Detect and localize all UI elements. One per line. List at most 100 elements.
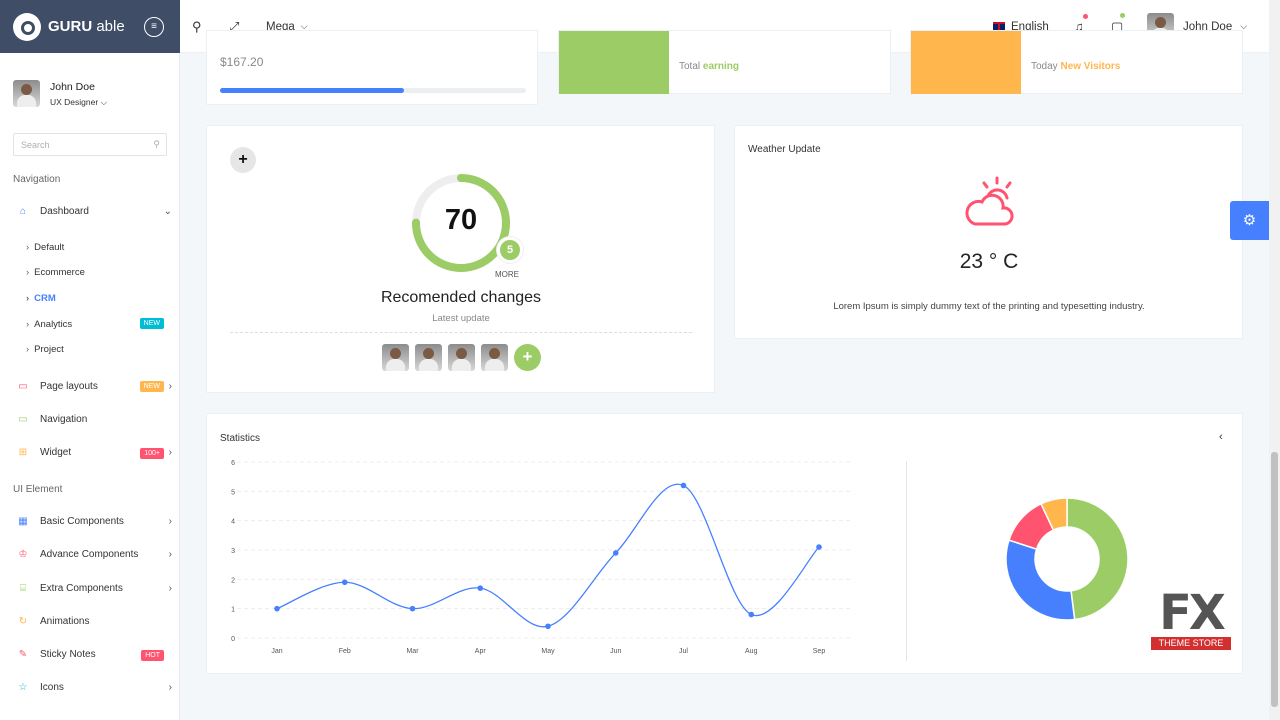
refresh-icon: ↻	[18, 616, 28, 627]
donut-slice[interactable]	[1066, 497, 1129, 621]
avatar[interactable]	[415, 344, 442, 371]
brand-name[interactable]: GURU able	[48, 18, 125, 35]
sidebar-item-extra-components[interactable]: ⌸ Extra Components ›	[17, 583, 172, 594]
scrollbar-thumb[interactable]	[1271, 452, 1278, 707]
y-tick-label: 6	[231, 460, 235, 467]
data-point	[612, 550, 619, 556]
sidebar-sub-default[interactable]: Default	[26, 242, 64, 253]
sidebar-search-input[interactable]: Search ⚲	[13, 133, 167, 156]
avatar[interactable]	[382, 344, 409, 371]
search-icon[interactable]: ⚲	[192, 0, 202, 53]
notification-dot	[1083, 14, 1088, 19]
visitors-card: Today New Visitors	[910, 30, 1243, 94]
navigation-icon: ▭	[18, 414, 28, 425]
data-point	[409, 605, 416, 612]
data-point	[341, 579, 348, 586]
grid-icon: ▦	[18, 516, 28, 527]
chart-divider	[906, 461, 907, 661]
chevron-right-icon: ›	[168, 447, 172, 458]
x-tick-label: Sep	[813, 648, 826, 655]
section-navigation: Navigation	[13, 174, 61, 185]
weather-card: Weather Update 23 ° C Lorem Ipsum is sim…	[734, 125, 1243, 339]
sidebar-item-navigation[interactable]: ▭ Navigation	[17, 414, 172, 425]
chevron-down-icon: ⌄	[163, 206, 172, 217]
fx-logo-sub: THEME STORE	[1151, 637, 1231, 650]
logo-icon	[13, 12, 41, 41]
chevron-right-icon: ›	[168, 583, 172, 594]
statistics-card: Statistics ‹ 0 1 2 3 4 5 6 Jan Feb Mar Apr May Jun Ju…	[206, 413, 1243, 674]
avatar	[13, 80, 40, 107]
y-tick-label: 0	[231, 636, 235, 643]
line-chart: 0 1 2 3 4 5 6 Jan Feb Mar Apr May Jun Jul Aug Sep	[231, 460, 852, 655]
sidebar-item-basic-components[interactable]: ▦ Basic Components ›	[17, 516, 172, 527]
data-point	[680, 482, 687, 489]
sidebar-sub-ecommerce[interactable]: Ecommerce	[26, 267, 85, 278]
data-point	[748, 611, 755, 618]
partly-cloudy-icon	[965, 176, 1014, 226]
chevron-right-icon: ›	[168, 381, 172, 392]
page-scrollbar[interactable]	[1269, 0, 1280, 720]
recommended-changes-card: + 70 5 MORE Recomended changes Latest up…	[206, 125, 715, 393]
y-tick-label: 1	[231, 607, 235, 614]
new-badge: NEW	[139, 381, 164, 392]
amount-progress	[220, 88, 526, 93]
note-icon: ✎	[18, 649, 28, 660]
statistics-title: Statistics	[220, 433, 261, 444]
y-tick-label: 2	[231, 577, 235, 584]
widget-icon: ⊞	[18, 447, 28, 458]
x-tick-label: Jul	[679, 648, 688, 655]
add-member-button[interactable]: +	[514, 344, 541, 371]
sidebar-sub-crm[interactable]: CRM	[26, 293, 56, 304]
earning-icon-panel	[559, 31, 669, 94]
donut-slice[interactable]	[1005, 539, 1076, 621]
user-name: John Doe	[50, 81, 95, 93]
layout-icon: ▭	[18, 381, 28, 392]
divider	[230, 332, 692, 333]
fx-theme-store-logo: FX THEME STORE	[1151, 589, 1231, 650]
more-badge[interactable]: 5	[497, 237, 523, 263]
sidebar-sub-project[interactable]: Project	[26, 344, 64, 355]
fx-logo-text: FX	[1159, 585, 1226, 641]
team-avatars	[382, 344, 508, 371]
extra-icon: ⌸	[20, 583, 26, 594]
visitors-icon-panel	[911, 31, 1021, 94]
visitors-text: Today New Visitors	[1031, 61, 1121, 72]
earning-text: Total earning	[679, 61, 740, 72]
amount-progress-fill	[220, 88, 404, 93]
gauge-subtitle: Latest update	[432, 313, 490, 324]
new-badge: NEW	[139, 318, 164, 329]
gauge-title: Recomended changes	[380, 289, 542, 306]
message-dot	[1120, 13, 1125, 18]
brand-bar: GURU able ≡	[0, 0, 180, 53]
data-point	[477, 585, 484, 591]
add-button[interactable]: +	[230, 147, 256, 173]
sidebar-user[interactable]: John Doe UX Designer ⌵	[13, 80, 107, 110]
data-point	[816, 544, 822, 550]
data-point	[545, 623, 551, 630]
section-ui-element: UI Element	[13, 484, 63, 495]
series-line	[276, 483, 820, 628]
x-tick-label: Aug	[745, 648, 758, 655]
hot-badge: HOT	[141, 650, 164, 661]
chevron-right-icon: ›	[168, 682, 172, 693]
sidebar-item-icons[interactable]: ☆ Icons ›	[17, 682, 172, 693]
chevron-right-icon: ›	[168, 549, 172, 560]
sidebar-sub-analytics[interactable]: Analytics	[26, 319, 72, 330]
settings-gear-icon[interactable]: ⚙	[1230, 201, 1269, 240]
amount-card: $167.20	[206, 30, 538, 105]
y-tick-label: 3	[231, 548, 235, 555]
sidebar-item-advance-components[interactable]: ♔ Advance Components ›	[17, 549, 172, 560]
amount-value: $167.20	[220, 55, 264, 69]
data-point	[274, 605, 280, 612]
menu-toggle-icon[interactable]: ≡	[144, 17, 164, 37]
sidebar: John Doe UX Designer ⌵ Search ⚲ Navigati…	[0, 53, 180, 720]
user-role[interactable]: UX Designer ⌵	[50, 94, 107, 110]
more-label[interactable]: MORE	[495, 270, 519, 279]
sidebar-item-dashboard[interactable]: ⌂ Dashboard ⌄	[17, 206, 172, 217]
crown-icon: ♔	[18, 549, 28, 560]
weather-title: Weather Update	[748, 144, 821, 155]
sidebar-item-animations[interactable]: ↻ Animations	[17, 616, 172, 627]
chevron-left-icon[interactable]: ‹	[1219, 431, 1223, 443]
avatar[interactable]	[448, 344, 475, 371]
avatar[interactable]	[481, 344, 508, 371]
